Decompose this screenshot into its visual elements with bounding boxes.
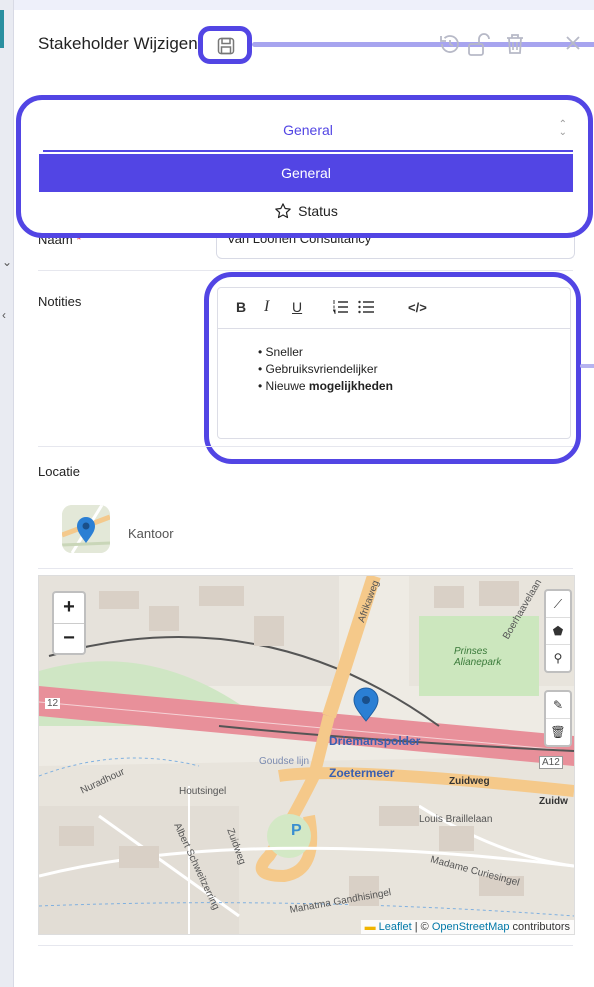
history-icon[interactable] [438, 32, 462, 56]
map-label-a12-left: 12 [45, 698, 61, 709]
draw-marker-icon[interactable]: ⚲ [546, 645, 570, 671]
leaflet-flag-icon: ▬ [364, 921, 376, 933]
edit-toolbar: ✎ 🗑 [544, 690, 572, 747]
draw-polyline-icon[interactable]: ⟋ [546, 591, 570, 618]
map-label-goudse-lijn: Goudse lijn [259, 756, 310, 767]
locatie-label: Locatie [38, 464, 80, 479]
annotation-connector [580, 364, 594, 368]
unlock-icon[interactable] [466, 32, 492, 58]
tab-option-general[interactable]: General [39, 154, 573, 192]
notities-label: Notities [38, 294, 82, 309]
italic-button[interactable]: I [264, 298, 269, 316]
rich-text-editor[interactable]: B I U </> Sneller Gebruiksvriendelijker … [217, 287, 571, 439]
tab-selector-dropdown: General ⌃ ⌄ General Status [16, 95, 593, 238]
map-label-zuidw: Zuidw [539, 796, 568, 807]
close-icon[interactable] [566, 36, 580, 50]
select-arrows-icon: ⌃ ⌄ [558, 119, 567, 138]
background-app-accent [0, 10, 4, 48]
editor-toolbar: B I U </> [218, 288, 570, 329]
panel-title: Stakeholder Wijzigen [38, 34, 198, 53]
save-button[interactable] [198, 26, 252, 64]
edit-stakeholder-panel: Stakeholder Wijzigen Naam * Van Loonen C… [13, 0, 594, 987]
tab-select-value: General [283, 122, 333, 138]
panel-header: Stakeholder Wijzigen [14, 10, 594, 78]
list-item: Nieuwe mogelijkheden [258, 378, 393, 395]
zoom-control: + − [52, 591, 86, 655]
save-icon [217, 37, 235, 55]
zoom-in-button[interactable]: + [54, 593, 84, 624]
map-label-driemanspolder: Driemanspolder [329, 734, 421, 748]
leaflet-link[interactable]: Leaflet [379, 921, 412, 933]
trash-icon[interactable] [504, 32, 526, 56]
annotation-connector [252, 42, 594, 47]
map-attribution: ▬ Leaflet | © OpenStreetMap contributors [360, 920, 574, 934]
bullet-list-icon[interactable] [358, 300, 374, 314]
location-name: Kantoor [128, 526, 174, 541]
draw-polygon-icon[interactable]: ⬟ [546, 618, 570, 645]
tab-option-status[interactable]: Status [39, 192, 573, 230]
map-view[interactable]: Driemanspolder Zoetermeer Zuidweg Zuidw … [38, 575, 575, 935]
list-item: Sneller [258, 344, 393, 361]
map-label-zoetermeer: Zoetermeer [329, 766, 395, 780]
zoom-out-button[interactable]: − [54, 624, 84, 654]
code-button[interactable]: </> [408, 300, 427, 315]
background-app-strip: ⌄ ‹ [0, 0, 13, 987]
map-label-louis-braillelaan: Louis Braillelaan [419, 814, 493, 825]
chevron-down-icon[interactable]: ⌄ [2, 255, 12, 269]
underline-button[interactable]: U [292, 299, 302, 315]
star-icon [275, 203, 291, 219]
bold-button[interactable]: B [236, 299, 246, 315]
map-label-a12-right: A12 [539, 756, 563, 769]
map-label-zuidweg: Zuidweg [449, 776, 490, 787]
chevron-left-icon[interactable]: ‹ [2, 308, 6, 322]
map-label-prinses-alianepark: Prinses Alianepark [454, 646, 502, 668]
tab-select[interactable]: General ⌃ ⌄ [43, 110, 573, 152]
ordered-list-icon[interactable] [332, 300, 348, 314]
map-label-houtsingel: Houtsingel [179, 786, 227, 797]
delete-layers-icon[interactable]: 🗑 [546, 719, 570, 745]
edit-layers-icon[interactable]: ✎ [546, 692, 570, 719]
editor-content[interactable]: Sneller Gebruiksvriendelijker Nieuwe mog… [258, 344, 393, 395]
osm-link[interactable]: OpenStreetMap [432, 921, 510, 933]
parking-icon: P [291, 822, 302, 839]
notities-editor-highlight: B I U </> Sneller Gebruiksvriendelijker … [204, 272, 581, 464]
location-thumbnail[interactable] [62, 505, 122, 555]
draw-toolbar: ⟋ ⬟ ⚲ [544, 589, 572, 673]
list-item: Gebruiksvriendelijker [258, 361, 393, 378]
